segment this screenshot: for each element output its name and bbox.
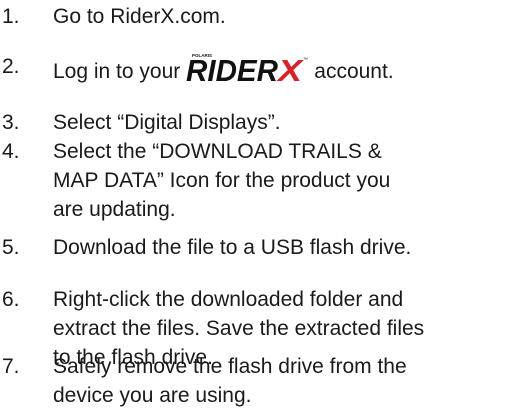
step-line: extract the files. Save the extracted fi… <box>53 317 425 340</box>
step-line: are updating. <box>53 198 176 221</box>
step-number: 3. <box>2 111 20 134</box>
logo-x-text: X <box>276 53 305 82</box>
step-number: 2. <box>2 55 20 78</box>
step-line: device you are using. <box>53 384 252 407</box>
step-line: Safely remove the flash drive from the <box>53 355 407 378</box>
step-number: 1. <box>2 5 20 28</box>
riderx-logo: POLARIS RIDER X ™ <box>186 52 308 90</box>
svg-text:™: ™ <box>303 57 308 63</box>
step-text: Download the file to a USB flash drive. <box>53 236 412 259</box>
step-line: Right-click the downloaded folder and <box>53 288 404 311</box>
step-text-after-logo: account. <box>314 60 394 83</box>
logo-rider-text: RIDER <box>186 53 279 82</box>
step-number: 7. <box>2 355 20 378</box>
step-line: Select the “DOWNLOAD TRAILS & <box>53 140 382 163</box>
step-text: Select “Digital Displays”. <box>53 111 281 134</box>
step-number: 5. <box>2 236 20 259</box>
step-text: Select the “DOWNLOAD TRAILS & MAP DATA” … <box>53 137 523 224</box>
step-text-before-logo: Log in to your <box>53 60 181 83</box>
step-text: Go to RiderX.com. <box>53 5 226 28</box>
step-text: Safely remove the flash drive from the d… <box>53 352 523 410</box>
step-text: Log in to your POLARIS RIDER X ™ account… <box>53 52 523 90</box>
step-line: MAP DATA” Icon for the product you <box>53 169 391 192</box>
step-number: 4. <box>2 140 20 163</box>
step-number: 6. <box>2 288 20 311</box>
